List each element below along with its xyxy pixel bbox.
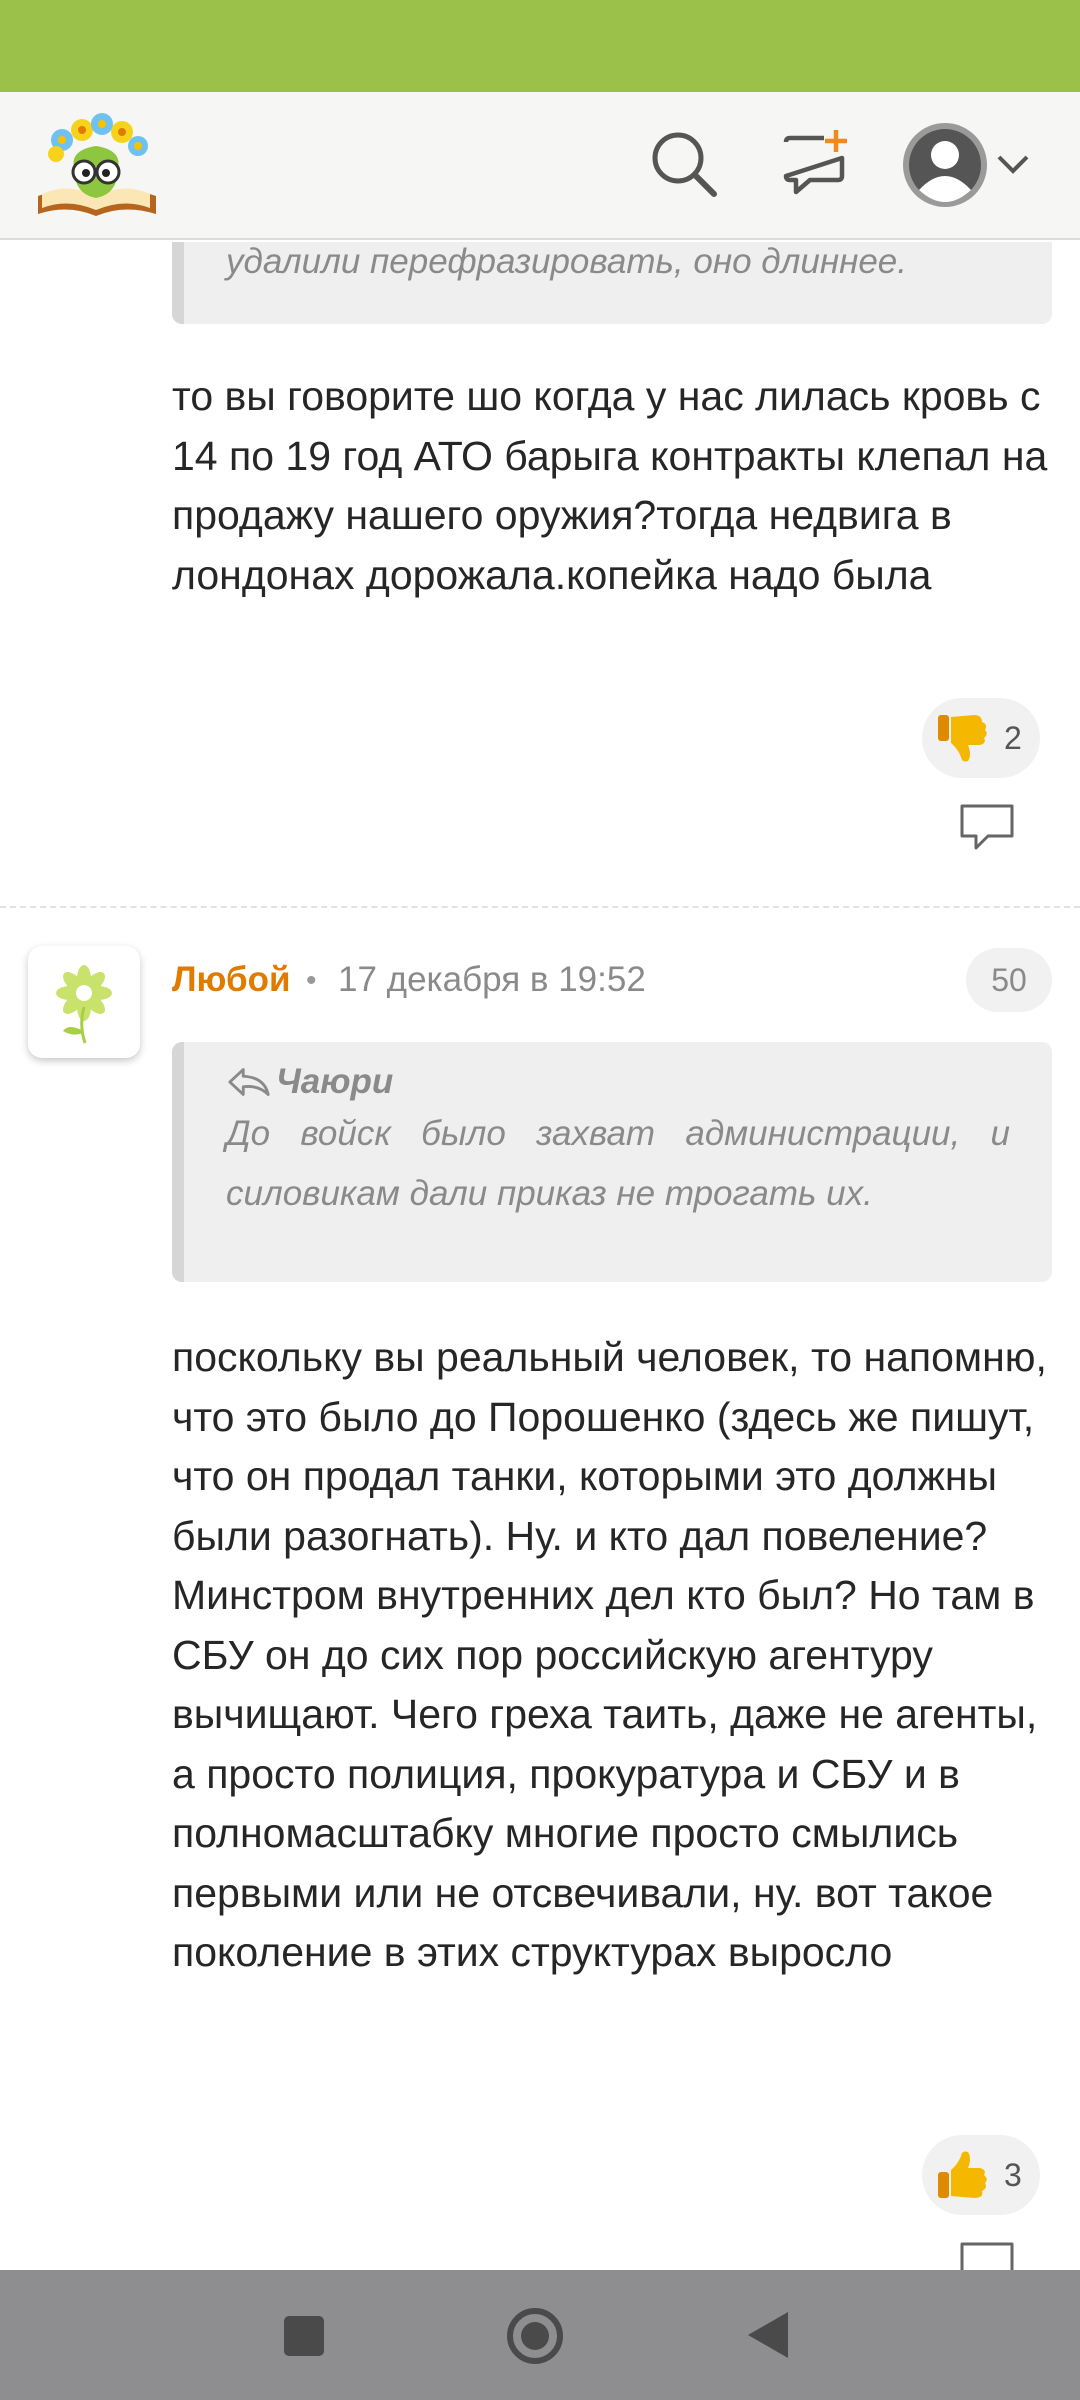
thumbs-down-icon xyxy=(938,715,987,762)
comment-divider xyxy=(0,906,1080,908)
search-icon[interactable] xyxy=(648,128,720,200)
flower-avatar-icon xyxy=(56,965,112,1044)
reply-icon[interactable] xyxy=(958,2240,1016,2270)
square-recents-icon[interactable] xyxy=(284,2316,324,2356)
reaction-count: 2 xyxy=(1004,719,1022,756)
status-bar xyxy=(0,0,1080,92)
reply-icon[interactable] xyxy=(958,802,1016,852)
quote-block: Чаюри До войск было захват администрации… xyxy=(172,1042,1052,1282)
reaction-button[interactable]: 3 xyxy=(922,2135,1040,2215)
circle-home-icon[interactable] xyxy=(505,2306,565,2366)
book-flower-glasses-logo[interactable] xyxy=(34,110,160,222)
quote-text: удалили перефразировать, оно длиннее. xyxy=(226,242,907,281)
comment-body: то вы говорите шо когда у нас лилась кро… xyxy=(172,373,1048,598)
quote-author[interactable]: Чаюри xyxy=(276,1062,393,1102)
meta-separator: • xyxy=(306,964,317,997)
reaction-button[interactable]: 2 xyxy=(922,698,1040,778)
comments-feed: удалили перефразировать, оно длиннее. то… xyxy=(0,242,1080,2270)
comment-date: 17 декабря в 19:52 xyxy=(338,960,646,999)
comment-body: поскольку вы реальный человек, то напомн… xyxy=(172,1334,1047,1975)
new-post-icon[interactable] xyxy=(780,128,852,200)
reply-arrow-icon xyxy=(228,1068,270,1096)
chevron-down-icon[interactable] xyxy=(996,152,1030,176)
comment-author[interactable]: Любой xyxy=(172,960,291,1000)
quote-header: Чаюри xyxy=(226,1062,1010,1102)
quote-block: удалили перефразировать, оно длиннее. xyxy=(172,242,1052,324)
reaction-count: 3 xyxy=(1004,2156,1022,2193)
triangle-back-icon[interactable] xyxy=(748,2312,788,2358)
app-header xyxy=(0,92,1080,240)
user-avatar-icon[interactable] xyxy=(900,120,990,210)
comment-rating: 50 xyxy=(966,948,1052,1012)
system-nav-bar xyxy=(0,2270,1080,2400)
thumbs-up-icon xyxy=(938,2151,987,2198)
quote-text: До войск было захват администрации, и си… xyxy=(226,1114,1010,1213)
avatar[interactable] xyxy=(28,946,140,1058)
